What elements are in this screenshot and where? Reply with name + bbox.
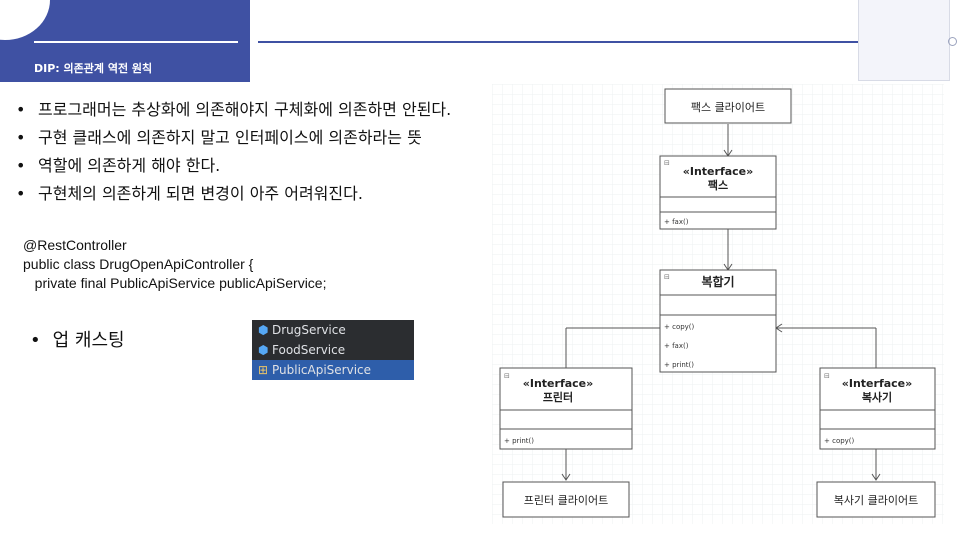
class-tree-icon: ⊞ bbox=[258, 363, 269, 377]
upcast-label: 업 캐스팅 bbox=[52, 330, 125, 351]
fax-client-box: 팩스 클라이어트 bbox=[664, 88, 792, 124]
printer-client-box: 프린터 클라이어트 bbox=[502, 481, 630, 518]
class-icon: ⊟ bbox=[504, 372, 510, 380]
fax-client-label: 팩스 클라이어트 bbox=[691, 101, 765, 114]
interface-name: 팩스 bbox=[708, 178, 728, 192]
ide-list-item-foodservice[interactable]: ⬢ FoodService bbox=[252, 340, 414, 360]
bullet-list: 프로그래머는 추상화에 의존해야지 구체화에 의존하면 안된다. 구현 클래스에… bbox=[12, 96, 508, 231]
fax-interface-box: ⊟ «Interface» 팩스 + fax() bbox=[659, 155, 777, 230]
copier-client-label: 복사기 클라이어트 bbox=[834, 494, 918, 507]
multifunction-device-box: ⊟ 복합기 + copy() + fax() + print() bbox=[659, 269, 777, 373]
class-name: 복합기 bbox=[701, 274, 734, 289]
code-line: public class DrugOpenApiController { bbox=[23, 256, 254, 272]
method-label: + fax() bbox=[664, 218, 689, 226]
class-icon: ⊟ bbox=[824, 372, 830, 380]
bullet-item: 구현 클래스에 의존하지 말고 인터페이스에 의존하라는 뜻 bbox=[12, 124, 508, 152]
copier-client-box: 복사기 클라이어트 bbox=[816, 481, 936, 518]
method-label: + fax() bbox=[664, 342, 689, 350]
interface-icon: ⬢ bbox=[258, 323, 269, 337]
corner-decoration bbox=[858, 0, 950, 81]
uml-diagram: 팩스 클라이어트 ⊟ «Interface» 팩스 + fax() ⊟ 복합기 … bbox=[492, 84, 944, 524]
header-curve-decoration bbox=[0, 0, 50, 40]
stereotype-label: «Interface» bbox=[842, 377, 912, 390]
printer-interface-box: ⊟ «Interface» 프린터 + print() bbox=[499, 367, 633, 450]
code-snippet: @RestController public class DrugOpenApiC… bbox=[23, 236, 326, 293]
ide-list-item-publicapiservice[interactable]: ⊞ PublicApiService bbox=[252, 360, 414, 380]
ide-list-item-drugservice[interactable]: ⬢ DrugService bbox=[252, 320, 414, 340]
ide-item-label: FoodService bbox=[272, 343, 346, 357]
copier-interface-box: ⊟ «Interface» 복사기 + copy() bbox=[819, 367, 936, 450]
bullet-item: 프로그래머는 추상화에 의존해야지 구체화에 의존하면 안된다. bbox=[12, 96, 508, 124]
header-divider-line bbox=[258, 41, 860, 43]
method-label: + print() bbox=[504, 437, 534, 445]
class-icon: ⊟ bbox=[664, 273, 670, 281]
stereotype-label: «Interface» bbox=[523, 377, 593, 390]
method-label: + copy() bbox=[664, 323, 695, 331]
ide-item-label: DrugService bbox=[272, 323, 346, 337]
bullet-item: 역할에 의존하게 해야 한다. bbox=[12, 152, 508, 180]
stereotype-label: «Interface» bbox=[683, 165, 753, 178]
method-label: + copy() bbox=[824, 437, 855, 445]
header-rule bbox=[34, 41, 238, 43]
interface-icon: ⬢ bbox=[258, 343, 269, 357]
upcast-bullet: • 업 캐스팅 bbox=[30, 326, 125, 352]
printer-client-label: 프린터 클라이어트 bbox=[524, 494, 608, 507]
ide-item-label: PublicApiService bbox=[272, 363, 372, 377]
slide-section-title: DIP: 의존관계 역전 원칙 bbox=[34, 62, 153, 75]
interface-name: 복사기 bbox=[862, 390, 892, 404]
bullet-item: 구현체의 의존하게 되면 변경이 아주 어려워진다. bbox=[12, 180, 508, 208]
class-icon: ⊟ bbox=[664, 159, 670, 167]
interface-name: 프린터 bbox=[543, 390, 573, 404]
code-line: private final PublicApiService publicApi… bbox=[23, 275, 327, 291]
ide-class-list: ⬢ DrugService ⬢ FoodService ⊞ PublicApiServ… bbox=[252, 320, 414, 380]
code-line: @RestController bbox=[23, 237, 127, 253]
method-label: + print() bbox=[664, 361, 694, 369]
bullet-dot: • bbox=[30, 330, 41, 351]
corner-dot-decoration bbox=[948, 37, 957, 46]
header-block: DIP: 의존관계 역전 원칙 bbox=[0, 0, 250, 82]
